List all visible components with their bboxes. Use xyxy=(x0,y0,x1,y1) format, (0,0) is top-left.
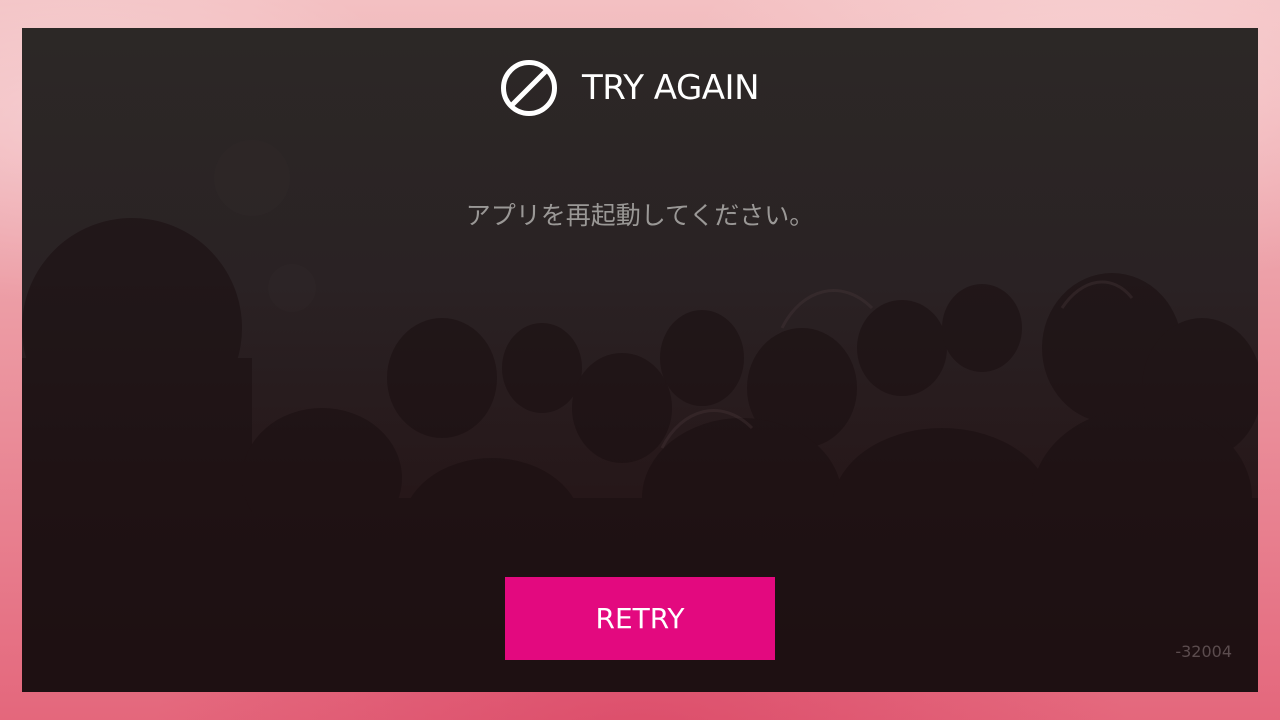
dialog-header: TRY AGAIN xyxy=(500,58,760,118)
error-code: -32004 xyxy=(1175,642,1232,661)
prohibited-icon xyxy=(501,60,557,116)
error-message: アプリを再起動してください。 xyxy=(465,201,815,230)
dialog-title: TRY AGAIN xyxy=(582,68,760,108)
error-dialog: TRY AGAIN アプリを再起動してください。 RETRY -32004 xyxy=(22,28,1258,692)
retry-button[interactable]: RETRY xyxy=(505,577,775,660)
